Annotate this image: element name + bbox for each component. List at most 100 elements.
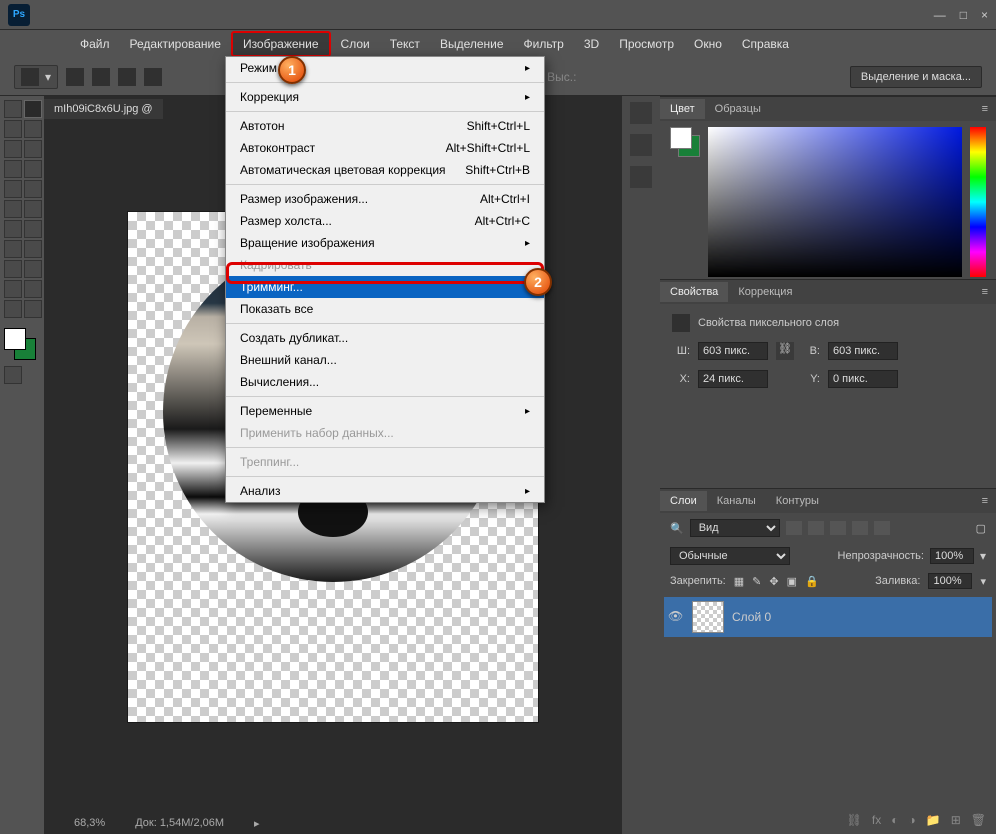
- panel-menu-icon[interactable]: ≡: [972, 491, 996, 511]
- panel-color-swatch[interactable]: [670, 127, 700, 157]
- layer-thumbnail[interactable]: [692, 601, 724, 633]
- eraser-tool[interactable]: [24, 200, 42, 218]
- filter-smart-icon[interactable]: [874, 521, 890, 535]
- type-tool[interactable]: [4, 260, 22, 278]
- menuitem-анализ[interactable]: Анализ: [226, 480, 544, 502]
- menu-help[interactable]: Справка: [732, 33, 799, 55]
- filter-toggle-icon[interactable]: ▢: [976, 522, 986, 535]
- delete-icon[interactable]: 🗑: [971, 813, 986, 827]
- menuitem-коррекция[interactable]: Коррекция: [226, 86, 544, 108]
- menu-select[interactable]: Выделение: [430, 33, 514, 55]
- marquee-tool[interactable]: [24, 100, 42, 118]
- menuitem-автотон[interactable]: АвтотонShift+Ctrl+L: [226, 115, 544, 137]
- lock-trans-icon[interactable]: ▦: [734, 575, 744, 588]
- lasso-tool[interactable]: [4, 120, 22, 138]
- chevron-down-icon[interactable]: ▾: [980, 549, 986, 563]
- path-sel-tool[interactable]: [24, 260, 42, 278]
- lock-pos-icon[interactable]: ✥: [769, 575, 778, 588]
- menu-image[interactable]: Изображение: [231, 31, 331, 57]
- fg-color[interactable]: [4, 328, 26, 350]
- menu-view[interactable]: Просмотр: [609, 33, 684, 55]
- menuitem-автоматическая-цветовая-коррекция[interactable]: Автоматическая цветовая коррекцияShift+C…: [226, 159, 544, 181]
- menuitem-вращение-изображения[interactable]: Вращение изображения: [226, 232, 544, 254]
- menu-type[interactable]: Текст: [380, 33, 430, 55]
- filter-pixel-icon[interactable]: [786, 521, 802, 535]
- close-icon[interactable]: ×: [981, 8, 988, 22]
- width-input[interactable]: [698, 342, 768, 360]
- blend-mode-select[interactable]: Обычные: [670, 547, 790, 565]
- menuitem-создать-дубликат-[interactable]: Создать дубликат...: [226, 327, 544, 349]
- lock-all-icon[interactable]: 🔒: [805, 575, 819, 588]
- eyedropper-tool[interactable]: [4, 160, 22, 178]
- tab-adjustments[interactable]: Коррекция: [728, 282, 802, 302]
- frame-tool[interactable]: [24, 140, 42, 158]
- menuitem-режим[interactable]: Режим: [226, 57, 544, 79]
- hue-slider[interactable]: [970, 127, 986, 277]
- menuitem-размер-изображения-[interactable]: Размер изображения...Alt+Ctrl+I: [226, 188, 544, 210]
- filter-adjust-icon[interactable]: [808, 521, 824, 535]
- panel-icon-1[interactable]: [630, 102, 652, 124]
- opt-new-sel-icon[interactable]: [66, 68, 84, 86]
- hand-tool[interactable]: [24, 280, 42, 298]
- menu-filter[interactable]: Фильтр: [514, 33, 574, 55]
- panel-menu-icon[interactable]: ≡: [972, 99, 996, 119]
- panel-icon-3[interactable]: [630, 166, 652, 188]
- tab-layers[interactable]: Слои: [660, 491, 707, 511]
- tab-paths[interactable]: Контуры: [766, 491, 829, 511]
- search-icon[interactable]: 🔍: [670, 522, 684, 535]
- panel-fg-color[interactable]: [670, 127, 692, 149]
- tab-swatches[interactable]: Образцы: [705, 99, 771, 119]
- adjustment-icon[interactable]: ◑: [909, 813, 916, 827]
- menu-edit[interactable]: Редактирование: [120, 33, 231, 55]
- zoom-tool[interactable]: [4, 300, 22, 318]
- layer-item[interactable]: 👁 Слой 0: [664, 597, 992, 637]
- maximize-icon[interactable]: □: [960, 8, 967, 22]
- zoom-value[interactable]: 68,3%: [74, 817, 105, 829]
- edit-toolbar[interactable]: [24, 300, 42, 318]
- heal-tool[interactable]: [24, 160, 42, 178]
- select-and-mask-button[interactable]: Выделение и маска...: [850, 66, 982, 88]
- menuitem-размер-холста-[interactable]: Размер холста...Alt+Ctrl+C: [226, 210, 544, 232]
- x-input[interactable]: [698, 370, 768, 388]
- pen-tool[interactable]: [24, 240, 42, 258]
- chevron-down-icon[interactable]: ▾: [980, 575, 986, 588]
- fx-icon[interactable]: fx: [872, 813, 881, 827]
- tab-color[interactable]: Цвет: [660, 99, 705, 119]
- crop-tool[interactable]: [4, 140, 22, 158]
- tab-properties[interactable]: Свойства: [660, 282, 728, 302]
- color-swatch[interactable]: [4, 328, 36, 360]
- new-layer-icon[interactable]: ⊞: [951, 813, 961, 827]
- doc-tab[interactable]: mIh09iC8x6U.jpg @: [44, 99, 163, 119]
- blur-tool[interactable]: [24, 220, 42, 238]
- opt-marquee-type[interactable]: ▾: [14, 65, 58, 89]
- mask-icon[interactable]: ◐: [891, 813, 898, 827]
- wand-tool[interactable]: [24, 120, 42, 138]
- menu-3d[interactable]: 3D: [574, 33, 609, 55]
- menuitem-вычисления-[interactable]: Вычисления...: [226, 371, 544, 393]
- height-input[interactable]: [828, 342, 898, 360]
- menu-file[interactable]: Файл: [70, 33, 120, 55]
- status-chevron-icon[interactable]: ▸: [254, 817, 260, 830]
- lock-pixels-icon[interactable]: ✎: [752, 575, 761, 588]
- opt-add-sel-icon[interactable]: [92, 68, 110, 86]
- opt-int-sel-icon[interactable]: [144, 68, 162, 86]
- menuitem-внешний-канал-[interactable]: Внешний канал...: [226, 349, 544, 371]
- y-input[interactable]: [828, 370, 898, 388]
- fill-input[interactable]: [928, 573, 972, 589]
- move-tool[interactable]: [4, 100, 22, 118]
- layer-name[interactable]: Слой 0: [732, 610, 771, 624]
- menuitem-тримминг-[interactable]: Тримминг...: [226, 276, 544, 298]
- history-brush-tool[interactable]: [4, 200, 22, 218]
- layer-kind-select[interactable]: Вид: [690, 519, 780, 537]
- filter-type-icon[interactable]: [830, 521, 846, 535]
- link-wh-icon[interactable]: ⛓: [776, 342, 794, 360]
- lock-artboard-icon[interactable]: ▣: [787, 575, 797, 588]
- gradient-tool[interactable]: [4, 220, 22, 238]
- opacity-input[interactable]: [930, 548, 974, 564]
- shape-tool[interactable]: [4, 280, 22, 298]
- dodge-tool[interactable]: [4, 240, 22, 258]
- menuitem-показать-все[interactable]: Показать все: [226, 298, 544, 320]
- stamp-tool[interactable]: [24, 180, 42, 198]
- visibility-icon[interactable]: 👁: [668, 609, 684, 625]
- link-layers-icon[interactable]: ⛓: [847, 813, 862, 827]
